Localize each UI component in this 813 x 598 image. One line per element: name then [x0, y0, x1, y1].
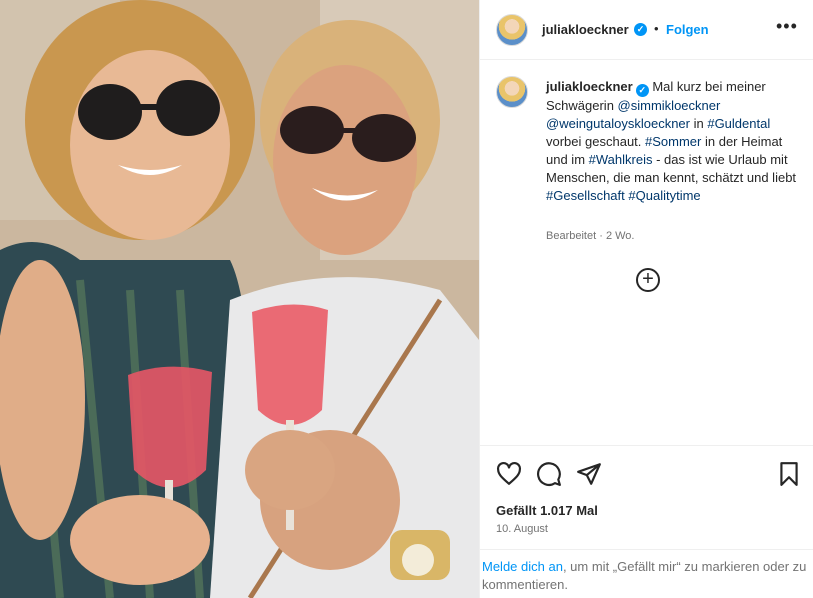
mention-link[interactable]: @simmikloeckner	[618, 98, 721, 113]
login-link[interactable]: Melde dich an	[482, 559, 563, 574]
hashtag-link[interactable]: #Wahlkreis	[589, 152, 653, 167]
hashtag-link[interactable]: #Qualitytime	[628, 188, 700, 203]
login-prompt: Melde dich an, um mit „Gefällt mir“ zu m…	[480, 549, 813, 598]
caption-username[interactable]: juliakloeckner	[546, 79, 633, 94]
post-date[interactable]: 10. August	[496, 523, 548, 535]
author-username[interactable]: juliakloeckner	[542, 22, 629, 37]
post-side-panel: juliakloeckner ✓ • Folgen ••• juliakloec…	[479, 0, 813, 598]
header-separator: •	[654, 21, 659, 36]
action-bar: Gefällt 1.017 Mal 10. August	[480, 445, 813, 545]
post-header: juliakloeckner ✓ • Folgen •••	[480, 0, 813, 60]
caption-text: in	[690, 116, 708, 131]
verified-badge-icon: ✓	[634, 23, 647, 36]
post-age[interactable]: 2 Wo.	[606, 230, 635, 242]
more-options-icon[interactable]: •••	[776, 16, 798, 37]
share-icon[interactable]	[576, 461, 602, 487]
hashtag-link[interactable]: #Guldental	[707, 116, 770, 131]
load-more-comments-icon[interactable]: +	[636, 268, 660, 292]
hashtag-link[interactable]: #Sommer	[645, 134, 701, 149]
caption-text: vorbei geschaut.	[546, 134, 646, 149]
meta-separator: ·	[596, 230, 606, 242]
likes-count[interactable]: Gefällt 1.017 Mal	[496, 503, 598, 518]
author-avatar[interactable]	[496, 14, 528, 46]
caption-avatar[interactable]	[496, 76, 528, 108]
post-photo[interactable]	[0, 0, 479, 598]
photo-illustration	[0, 0, 479, 598]
verified-badge-icon: ✓	[635, 84, 649, 97]
hashtag-link[interactable]: #Gesellschaft	[546, 188, 625, 203]
heart-icon[interactable]	[496, 461, 522, 487]
mention-link[interactable]: @weingutaloyskloeckner	[546, 116, 690, 131]
comment-icon[interactable]	[536, 461, 562, 487]
follow-button[interactable]: Folgen	[666, 22, 709, 37]
post-caption: juliakloeckner ✓ Mal kurz bei meiner Schw…	[546, 78, 800, 205]
caption-meta: Bearbeitet · 2 Wo.	[546, 230, 634, 242]
bookmark-icon[interactable]	[776, 461, 802, 487]
edited-label: Bearbeitet	[546, 230, 597, 242]
